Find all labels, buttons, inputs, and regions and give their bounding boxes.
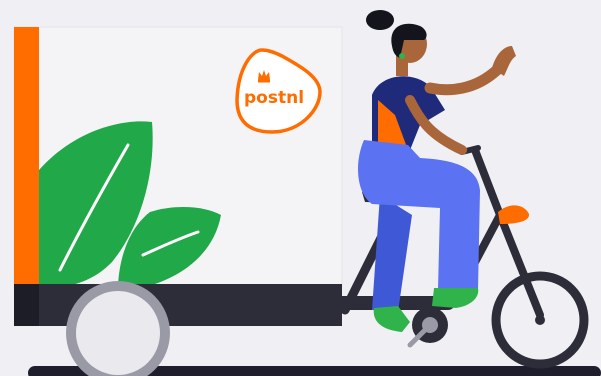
pedal-crank [407, 307, 448, 348]
rear-wheel [491, 271, 589, 369]
earring [399, 53, 405, 59]
delivery-illustration: postnl [0, 0, 601, 376]
hair-bun [366, 10, 394, 30]
cargo-box-orange-stripe [14, 27, 39, 289]
rider [358, 10, 516, 332]
front-light-fender [498, 205, 530, 224]
brand-name: postnl [244, 88, 304, 108]
shoe-front [432, 288, 479, 308]
cargo-box: postnl [13, 26, 343, 290]
cargo-base [14, 284, 342, 326]
